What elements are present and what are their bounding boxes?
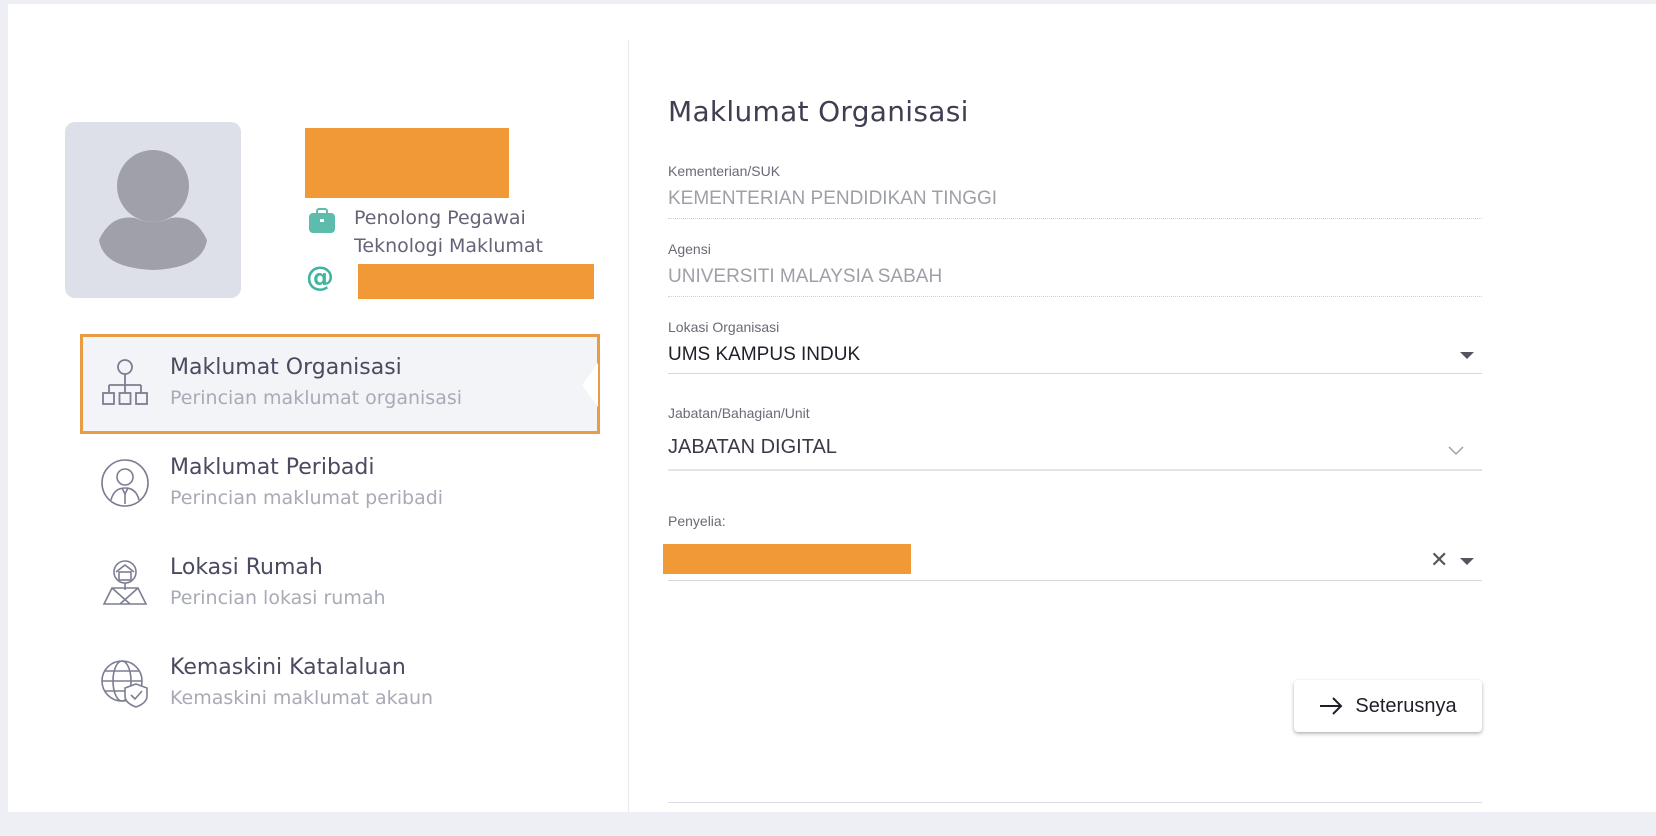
- briefcase-icon: [309, 208, 335, 233]
- field-label: Penyelia:: [668, 513, 726, 529]
- org-chart-icon: [102, 359, 148, 405]
- menu-item-subtitle: Perincian maklumat organisasi: [170, 387, 463, 409]
- menu-item-subtitle: Perincian lokasi rumah: [170, 587, 386, 609]
- field-label: Agensi: [668, 241, 711, 257]
- house-icon: [102, 560, 148, 605]
- redacted-name: [305, 128, 509, 198]
- globe-shield-icon: [101, 660, 148, 708]
- agensi-value: UNIVERSITI MALAYSIA SABAH: [668, 266, 943, 287]
- redacted-supervisor[interactable]: [663, 544, 911, 574]
- menu-item-subtitle: Perincian maklumat peribadi: [170, 487, 444, 509]
- chevron-down-icon[interactable]: [1448, 446, 1464, 456]
- active-indicator: [582, 363, 598, 407]
- menu-item-kemaskini-katalaluan[interactable]: Kemaskini Katalaluan Kemaskini maklumat …: [80, 634, 600, 734]
- field-underline: [668, 580, 1482, 581]
- menu-item-title: Maklumat Organisasi: [170, 355, 402, 380]
- menu-item-title: Maklumat Peribadi: [170, 455, 375, 480]
- clear-icon[interactable]: ✕: [1430, 550, 1448, 572]
- field-kementerian: Kementerian/SUK KEMENTERIAN PENDIDIKAN T…: [668, 162, 1482, 220]
- bottom-divider: [668, 802, 1482, 803]
- person-icon: [101, 459, 149, 507]
- menu-item-maklumat-peribadi[interactable]: Maklumat Peribadi Perincian maklumat per…: [80, 434, 600, 534]
- menu-item-lokasi-rumah[interactable]: Lokasi Rumah Perincian lokasi rumah: [80, 534, 600, 634]
- redacted-email: [358, 264, 594, 299]
- field-underline: [668, 296, 1482, 297]
- field-underline: [668, 218, 1482, 219]
- lokasi-select[interactable]: UMS KAMPUS INDUK: [668, 342, 860, 368]
- menu-item-title: Kemaskini Katalaluan: [170, 655, 406, 680]
- field-lokasi-organisasi[interactable]: Lokasi Organisasi UMS KAMPUS INDUK: [668, 318, 1482, 376]
- next-button-label: Seterusnya: [1355, 694, 1457, 717]
- kementerian-value: KEMENTERIAN PENDIDIKAN TINGGI: [668, 188, 998, 209]
- next-button[interactable]: Seterusnya: [1294, 680, 1482, 732]
- dropdown-arrow-icon[interactable]: [1460, 558, 1474, 565]
- field-label: Kementerian/SUK: [668, 163, 781, 179]
- field-underline: [668, 469, 1482, 471]
- page-title: Maklumat Organisasi: [668, 95, 969, 128]
- panel-divider: [628, 40, 629, 812]
- field-underline: [668, 373, 1482, 374]
- field-label: Lokasi Organisasi: [668, 319, 780, 335]
- job-title: Penolong Pegawai Teknologi Maklumat: [354, 207, 543, 257]
- user-silhouette-icon: [99, 150, 207, 270]
- menu-item-subtitle: Kemaskini maklumat akaun: [170, 687, 434, 709]
- arrow-right-icon: [1320, 697, 1343, 715]
- at-icon: @: [306, 260, 334, 293]
- jabatan-select[interactable]: JABATAN DIGITAL: [668, 434, 837, 460]
- field-label: Jabatan/Bahagian/Unit: [668, 405, 810, 421]
- field-jabatan[interactable]: Jabatan/Bahagian/Unit JABATAN DIGITAL: [668, 404, 1482, 472]
- avatar: [65, 122, 241, 298]
- dropdown-arrow-icon[interactable]: [1460, 352, 1474, 359]
- menu-item-title: Lokasi Rumah: [170, 555, 323, 580]
- field-penyelia[interactable]: Penyelia: ✕: [663, 512, 1482, 582]
- field-agensi: Agensi UNIVERSITI MALAYSIA SABAH: [668, 240, 1482, 298]
- menu-item-maklumat-organisasi[interactable]: Maklumat Organisasi Perincian maklumat o…: [80, 334, 600, 434]
